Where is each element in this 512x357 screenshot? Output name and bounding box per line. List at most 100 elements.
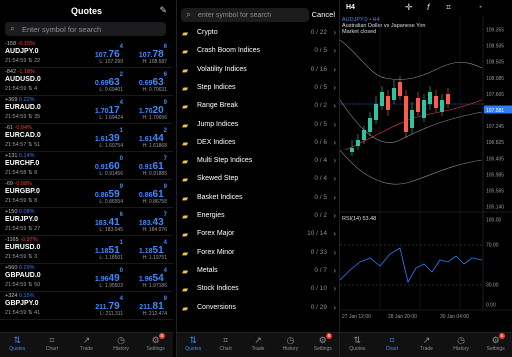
change-percent: 0.14% (18, 153, 35, 159)
low-price: L: 211.311 (100, 311, 123, 317)
symbol-group-row[interactable]: ▰ Metals 0 / 7 › (177, 263, 339, 281)
group-count: 0 / 22 (310, 29, 327, 36)
symbol-group-row[interactable]: ▰ DEX Indices 0 / 6 › (177, 135, 339, 153)
symbol-search-bar[interactable]: ⌕ (181, 8, 309, 22)
symbol-name: EURGBP.0 (5, 188, 40, 195)
search-icon: ⌕ (186, 9, 192, 19)
page-title: Quotes (70, 6, 102, 16)
group-count: 0 / 4 (314, 175, 327, 183)
quote-row[interactable]: -158 -0.15% AUDJPY.0 21:54:59 ⇅ 22 107.764 1… (0, 40, 173, 68)
group-count: 10 / 14 (307, 230, 327, 238)
quote-time: 21:54:57 ⇅ 51 (5, 142, 41, 148)
edit-icon[interactable]: ✎ (159, 5, 167, 16)
high-price: H: 184.076 (142, 227, 167, 233)
bid-prefix: 1.18 (94, 248, 109, 255)
quote-row[interactable]: -842 -1.18% AUDUSD.0 21:54:59 ⇅ 4 0.69632 0.… (0, 68, 173, 96)
symbol-group-row[interactable]: ▰ Jump Indices 0 / 5 › (177, 117, 339, 135)
tab-chart[interactable]: ⌗ Chart (35, 333, 70, 357)
symbol-group-row[interactable]: ▰ Conversions 0 / 29 › (177, 300, 339, 318)
ask-fraction: 9 (163, 100, 167, 106)
symbol-group-row[interactable]: ▰ Forex Major 10 / 14 › (177, 226, 339, 244)
symbol-group-row[interactable]: ▰ Crypto 0 / 22 › (177, 25, 339, 43)
envelope-lower-line (340, 149, 483, 185)
group-name: Forex Major (197, 230, 235, 238)
ask-prefix: 183. (138, 220, 153, 227)
price-chart[interactable]: 109.355 108.935 108.505 108.085 107.665 107.5… (340, 0, 512, 333)
quote-time: 21:54:59 ⇅ 50 (5, 282, 41, 288)
tab-trade[interactable]: ↗ Trade (69, 333, 104, 357)
candle-body (350, 148, 354, 152)
time-label: 30 Jan 04:00 (440, 314, 469, 320)
quote-row[interactable]: -1165 -0.97% EURUSD.0 21:54:59 ⇅ 3 1.18511 1… (0, 236, 173, 264)
symbol-group-row[interactable]: ▰ Volatility Indices 0 / 16 › (177, 62, 339, 80)
quote-row[interactable]: +369 0.22% EURAUD.0 21:54:59 ⇅ 35 1.70174 1.… (0, 96, 173, 124)
symbol-search-input[interactable] (198, 8, 304, 22)
chart-panel: H4 ✛ f ⌗ ◔ AUDJPY.0 • H4 Australian Doll… (339, 0, 512, 357)
symbol-group-row[interactable]: ▰ Basket Indices 0 / 5 › (177, 190, 339, 208)
cancel-button[interactable]: Cancel (312, 10, 335, 19)
quotes-search-input[interactable] (22, 22, 162, 36)
group-count: 0 / 5 (314, 83, 327, 91)
tab-quotes[interactable]: ⇅ Quotes (340, 333, 375, 357)
tab-settings[interactable]: ⚙ 5 Settings (307, 333, 339, 357)
tab-history[interactable]: ◷ History (274, 333, 306, 357)
ask-prefix: 1.70 (138, 108, 153, 115)
tab-chart[interactable]: ⌗ Chart (375, 333, 410, 357)
time-label: 28 Jan 20:00 (388, 314, 417, 320)
chevron-right-icon: › (333, 265, 336, 275)
price-label: 106.825 (486, 140, 504, 146)
tab-settings[interactable]: ⚙ 5 Settings (138, 333, 173, 357)
quote-row[interactable]: +560 0.29% GBPAUD.0 21:54:59 ⇅ 50 1.96490 1.… (0, 264, 173, 292)
quotes-search-bar[interactable]: ⌕ (5, 22, 166, 36)
tab-trade[interactable]: ↗ Trade (409, 333, 444, 357)
quote-row[interactable]: +150 0.08% EURJPY.0 21:54:59 ⇅ 27 183.416 18… (0, 208, 173, 236)
symbol-group-row[interactable]: ▰ Stock Indices 0 / 10 › (177, 281, 339, 299)
quote-row[interactable]: +324 0.15% GBPJPY.0 21:54:59 ⇅ 41 211.794 21… (0, 292, 173, 320)
chevron-right-icon: › (333, 101, 336, 111)
quote-row[interactable]: -69 -0.08% EURGBP.0 21:54:59 ⇅ 8 0.86599 0.8… (0, 180, 173, 208)
symbol-group-row[interactable]: ▰ Skewed Step 0 / 4 › (177, 171, 339, 189)
rsi-line (340, 247, 483, 284)
tab-bar: ⇅ Quotes ⌗ Chart ↗ Trade ◷ History ⚙ 5 Setting… (177, 332, 339, 357)
symbol-group-row[interactable]: ▰ Range Break 0 / 2 › (177, 98, 339, 116)
symbol-name: EURAUD.0 (5, 104, 41, 111)
folder-icon: ▰ (182, 175, 189, 185)
candle-body (374, 104, 378, 120)
candle-body (440, 100, 444, 112)
tab-trade[interactable]: ↗ Trade (242, 333, 274, 357)
trade-icon: ↗ (254, 335, 262, 345)
symbol-group-row[interactable]: ▰ Multi Step Indices 0 / 4 › (177, 153, 339, 171)
symbol-group-row[interactable]: ▰ Step Indices 0 / 5 › (177, 80, 339, 98)
ask-fraction: 7 (163, 156, 167, 162)
symbol-group-row[interactable]: ▰ Crash Boom Indices 0 / 5 › (177, 43, 339, 61)
symbol-group-row[interactable]: ▰ Energies 0 / 2 › (177, 208, 339, 226)
quote-time: 21:54:59 ⇅ 22 (5, 58, 41, 64)
high-price: H: 1.97186 (142, 283, 167, 289)
group-count: 0 / 5 (314, 193, 327, 201)
tab-history[interactable]: ◷ History (444, 333, 479, 357)
tab-chart[interactable]: ⌗ Chart (209, 333, 241, 357)
bid-fraction: 0 (119, 156, 123, 162)
folder-icon: ▰ (182, 193, 189, 203)
quote-row[interactable]: -61 -0.04% EURCAD.0 21:54:57 ⇅ 51 1.61391 1.… (0, 124, 173, 152)
bid-fraction: 6 (119, 212, 123, 218)
symbol-group-row[interactable]: ▰ Forex Minor 0 / 33 › (177, 245, 339, 263)
price-label: 106.405 (486, 156, 504, 162)
group-name: Crypto (197, 29, 218, 36)
tab-history[interactable]: ◷ History (104, 333, 139, 357)
group-name: Jump Indices (197, 120, 239, 128)
ask-prefix: 0.91 (138, 164, 153, 171)
quote-row[interactable]: +131 0.14% EURCHF.0 21:54:58 ⇅ 8 0.91600 0.9… (0, 152, 173, 180)
quote-time: 21:54:59 ⇅ 41 (5, 310, 41, 316)
tab-settings[interactable]: ⚙ 5 Settings (478, 333, 512, 357)
quote-time: 21:54:59 ⇅ 27 (5, 226, 41, 232)
group-name: Skewed Step (197, 175, 239, 183)
tab-quotes[interactable]: ⇅ Quotes (0, 333, 35, 357)
change-points: -158 (5, 41, 17, 47)
time-label: 27 Jan 12:00 (342, 314, 371, 320)
bid-prefix: 1.96 (94, 276, 109, 283)
change-points: -842 (5, 69, 17, 75)
tab-quotes[interactable]: ⇅ Quotes (177, 333, 209, 357)
group-name: Volatility Indices (197, 65, 247, 73)
bid-prefix: 1.70 (94, 108, 109, 115)
